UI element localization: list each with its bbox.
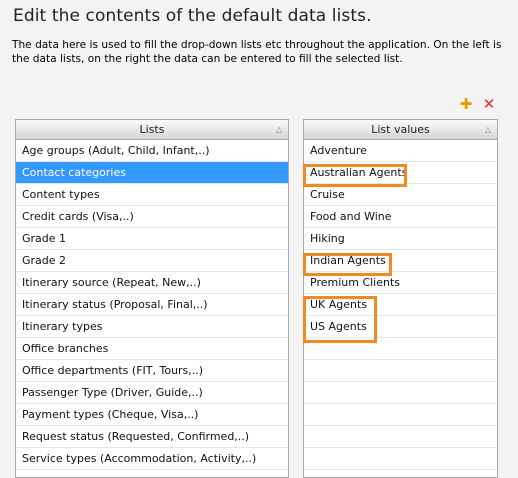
lists-row[interactable]: Service types (Accommodation, Activity,.… bbox=[16, 448, 288, 470]
sort-arrow-icon[interactable]: △ bbox=[276, 120, 282, 139]
list-value-row[interactable] bbox=[304, 360, 497, 382]
lists-grid: Lists △ Age groups (Adult, Child, Infant… bbox=[15, 119, 289, 478]
lists-column-header[interactable]: Lists △ bbox=[16, 119, 288, 140]
list-value-row[interactable]: Hiking bbox=[304, 228, 497, 250]
delete-button[interactable]: ✕ bbox=[482, 95, 496, 113]
add-button[interactable]: ✚ bbox=[459, 95, 473, 113]
list-value-row[interactable]: Indian Agents bbox=[304, 250, 497, 272]
lists-header-label: Lists bbox=[139, 123, 165, 136]
list-value-row[interactable]: UK Agents bbox=[304, 294, 497, 316]
list-value-row[interactable] bbox=[304, 448, 497, 470]
list-value-row[interactable] bbox=[304, 382, 497, 404]
list-value-row[interactable] bbox=[304, 338, 497, 360]
list-value-row[interactable] bbox=[304, 404, 497, 426]
lists-row[interactable]: Content types bbox=[16, 184, 288, 206]
page-title: Edit the contents of the default data li… bbox=[13, 6, 372, 26]
lists-row[interactable]: Grade 1 bbox=[16, 228, 288, 250]
list-value-row[interactable]: Adventure bbox=[304, 140, 497, 162]
lists-rows: Age groups (Adult, Child, Infant,..) Cont… bbox=[16, 140, 288, 470]
lists-row[interactable]: Contact categories bbox=[16, 162, 288, 184]
list-values-header-label: List values bbox=[371, 123, 430, 136]
list-value-row[interactable]: Premium Clients bbox=[304, 272, 497, 294]
list-values-column-header[interactable]: List values △ bbox=[304, 119, 497, 140]
list-value-row[interactable]: Cruise bbox=[304, 184, 497, 206]
plus-icon: ✚ bbox=[459, 95, 473, 113]
lists-row[interactable]: Age groups (Adult, Child, Infant,..) bbox=[16, 140, 288, 162]
sort-arrow-icon[interactable]: △ bbox=[485, 120, 491, 139]
lists-row[interactable]: Grade 2 bbox=[16, 250, 288, 272]
list-values-grid: List values △ Adventure Australian Agents… bbox=[303, 119, 498, 478]
list-value-row[interactable]: Australian Agents bbox=[304, 162, 497, 184]
lists-row[interactable]: Passenger Type (Driver, Guide,..) bbox=[16, 382, 288, 404]
list-value-row[interactable]: US Agents bbox=[304, 316, 497, 338]
lists-row[interactable]: Itinerary types bbox=[16, 316, 288, 338]
close-icon: ✕ bbox=[482, 95, 496, 113]
list-value-row[interactable] bbox=[304, 426, 497, 448]
lists-row[interactable]: Payment types (Cheque, Visa,..) bbox=[16, 404, 288, 426]
list-value-row[interactable]: Food and Wine bbox=[304, 206, 497, 228]
lists-row[interactable]: Request status (Requested, Confirmed,..) bbox=[16, 426, 288, 448]
lists-row[interactable]: Credit cards (Visa,..) bbox=[16, 206, 288, 228]
list-values-rows: Adventure Australian Agents Cruise Food and… bbox=[304, 140, 497, 470]
lists-row[interactable]: Itinerary status (Proposal, Final,..) bbox=[16, 294, 288, 316]
page-description: The data here is used to fill the drop-d… bbox=[12, 39, 502, 65]
lists-row[interactable]: Itinerary source (Repeat, New,..) bbox=[16, 272, 288, 294]
lists-row[interactable]: Office departments (FIT, Tours,..) bbox=[16, 360, 288, 382]
lists-row[interactable]: Office branches bbox=[16, 338, 288, 360]
